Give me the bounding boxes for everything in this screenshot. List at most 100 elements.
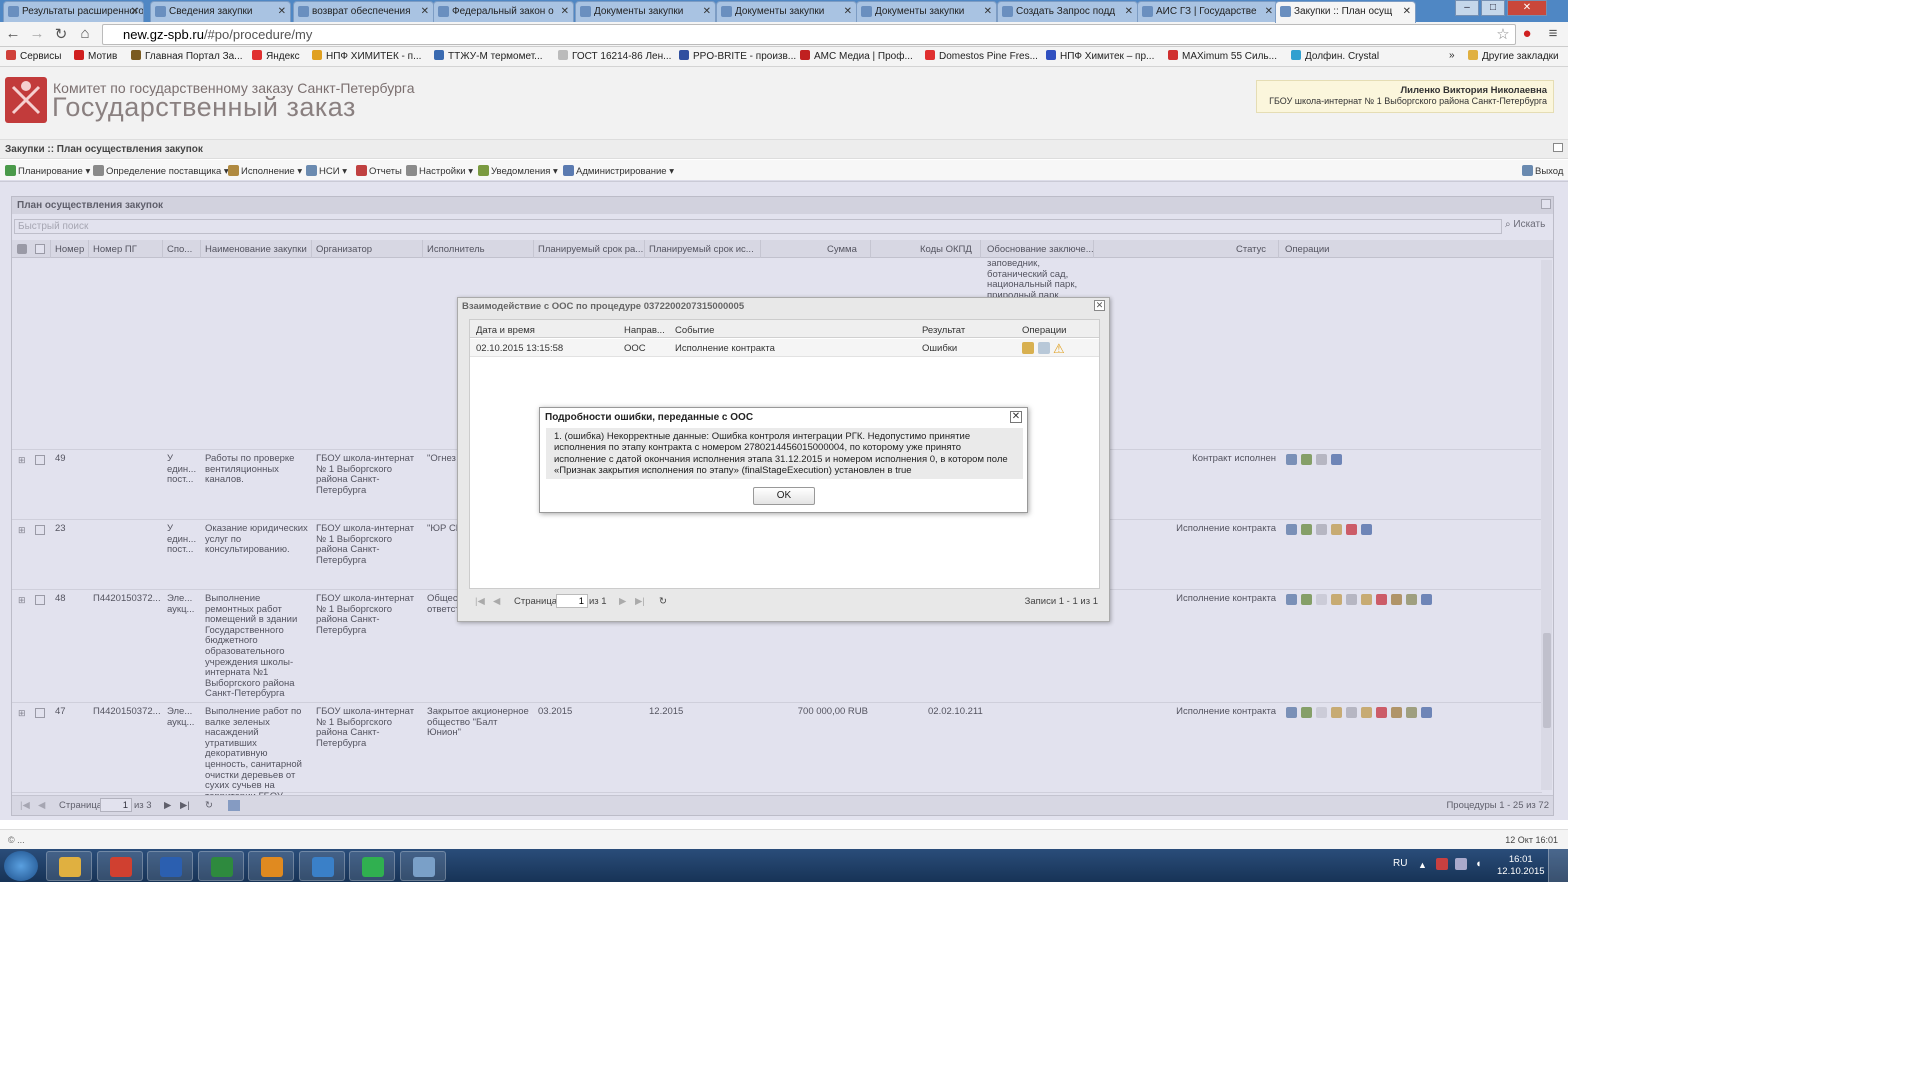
bookmark-item[interactable]: Сервисы (6, 50, 61, 62)
home-icon[interactable]: ⌂ (76, 25, 94, 42)
tab-close-icon[interactable]: ✕ (844, 2, 852, 21)
agent-icon (362, 857, 384, 877)
bookmark-icon (74, 50, 84, 60)
taskbar-app-excel[interactable] (197, 851, 244, 881)
flag-icon[interactable] (1436, 858, 1448, 870)
browser-tab[interactable]: Документы закупки ✕ (716, 1, 857, 22)
bookmark-item[interactable]: PPO-BRITE - произв... (679, 50, 796, 62)
col-result[interactable]: Результат (922, 325, 965, 336)
clock[interactable]: 16:01 12.10.2015 (1497, 854, 1545, 878)
maximize-button[interactable]: □ (1481, 0, 1505, 16)
opera-icon[interactable]: ● (1518, 25, 1536, 42)
collapse-icon[interactable] (1553, 143, 1563, 152)
taskbar-app-lync[interactable] (298, 851, 345, 881)
bookmark-item[interactable]: Другие закладки (1468, 50, 1559, 62)
bookmark-item[interactable]: Мотив (74, 50, 117, 62)
bookmark-item[interactable]: Domestos Pine Fres... (925, 50, 1038, 62)
bookmarks-more-chevron[interactable]: » (1449, 50, 1455, 61)
taskbar-app-word[interactable] (147, 851, 193, 881)
col-event[interactable]: Событие (675, 325, 714, 336)
browser-tab[interactable]: Создать Запрос подд ✕ (997, 1, 1138, 22)
menu-item[interactable]: Определение поставщика ▾ (93, 165, 229, 177)
bookmark-label: АМС Медиа | Проф... (814, 51, 913, 62)
forward-icon[interactable]: → (28, 25, 46, 42)
col-operations[interactable]: Операции (1022, 325, 1066, 336)
tab-close-icon[interactable]: ✕ (1403, 2, 1411, 21)
package-icon[interactable] (1022, 342, 1034, 354)
browser-tab[interactable]: Закупки :: План осущ ✕ (1275, 1, 1416, 23)
browser-tab[interactable]: возврат обеспечения ✕ (293, 1, 434, 22)
menu-item[interactable]: НСИ ▾ (306, 165, 347, 177)
taskbar-app-explorer[interactable] (46, 851, 92, 881)
star-icon[interactable]: ☆ (1494, 25, 1512, 43)
browser-tab[interactable]: Результаты расширенного ✕ (3, 1, 144, 22)
taskbar-app-window[interactable] (399, 851, 446, 881)
taskbar-app-agent[interactable] (349, 851, 395, 881)
warning-icon[interactable]: ⚠ (1053, 341, 1065, 357)
col-datetime[interactable]: Дата и время (476, 325, 535, 336)
document-icon[interactable] (1038, 342, 1050, 354)
browser-tab[interactable]: АИС ГЗ | Государстве ✕ (1137, 1, 1278, 22)
last-page-icon[interactable]: ▶| (635, 596, 645, 607)
show-desktop-button[interactable] (1548, 849, 1568, 882)
browser-tab[interactable]: Документы закупки ✕ (856, 1, 997, 22)
menu-icon[interactable]: ≡ (1544, 25, 1562, 42)
ok-button[interactable]: OK (753, 487, 815, 505)
next-page-icon[interactable]: ▶ (619, 596, 626, 607)
browser-tab[interactable]: Федеральный закон о ✕ (433, 1, 574, 22)
taskbar-app-chrome[interactable] (96, 851, 143, 881)
tab-close-icon[interactable]: ✕ (278, 2, 286, 21)
language-indicator[interactable]: RU (1393, 858, 1407, 869)
tab-close-icon[interactable]: ✕ (561, 2, 569, 21)
back-icon[interactable]: ← (4, 25, 22, 42)
bookmark-item[interactable]: АМС Медиа | Проф... (800, 50, 913, 62)
oos-row[interactable]: 02.10.2015 13:15:58 ООС Исполнение контр… (470, 339, 1099, 357)
window-close-button[interactable]: ✕ (1507, 0, 1547, 16)
tab-close-icon[interactable]: ✕ (984, 2, 992, 21)
bookmark-item[interactable]: НПФ Химитек – пр... (1046, 50, 1154, 62)
menu-item[interactable]: Отчеты (356, 165, 402, 177)
exit-button[interactable]: Выход (1522, 165, 1563, 177)
tray-arrow-icon[interactable]: ▲ (1418, 860, 1427, 870)
first-page-icon[interactable]: |◀ (475, 596, 485, 607)
page-input[interactable] (556, 594, 588, 608)
bookmark-label: НПФ Химитек – пр... (1060, 51, 1155, 62)
minimize-button[interactable]: – (1455, 0, 1479, 16)
tab-close-icon[interactable]: ✕ (131, 2, 139, 21)
chrome-icon (109, 857, 132, 877)
bookmark-icon (1168, 50, 1178, 60)
tab-close-icon[interactable]: ✕ (1125, 2, 1133, 21)
bookmark-item[interactable]: ГОСТ 16214-86 Лен... (558, 50, 671, 62)
menu-item-label: Администрирование ▾ (576, 166, 674, 177)
col-direction[interactable]: Направ... (624, 325, 665, 336)
menu-item[interactable]: Исполнение ▾ (228, 165, 302, 177)
menu-item[interactable]: Планирование ▾ (5, 165, 90, 177)
bookmark-item[interactable]: НПФ ХИМИТЕК - п... (312, 50, 421, 62)
exit-label: Выход (1535, 166, 1564, 177)
menu-item[interactable]: Уведомления ▾ (478, 165, 558, 177)
url-input[interactable]: new.gz-spb.ru/#po/procedure/my (102, 24, 1516, 45)
bookmark-label: Другие закладки (1482, 51, 1559, 62)
bookmark-item[interactable]: Яндекс (252, 50, 300, 62)
reload-icon[interactable]: ↻ (659, 596, 667, 607)
tab-close-icon[interactable]: ✕ (703, 2, 711, 21)
start-button[interactable] (4, 851, 38, 881)
network-icon[interactable] (1455, 858, 1467, 870)
bookmark-item[interactable]: Главная Портал За... (131, 50, 243, 62)
prev-page-icon[interactable]: ◀ (493, 596, 500, 607)
close-icon[interactable]: ✕ (1010, 411, 1022, 423)
bookmark-item[interactable]: ТТЖУ-М термомет... (434, 50, 543, 62)
menu-item[interactable]: Администрирование ▾ (563, 165, 674, 177)
close-icon[interactable]: ✕ (1094, 300, 1105, 311)
tab-close-icon[interactable]: ✕ (1265, 2, 1273, 21)
volume-icon[interactable]: ◖ (1475, 858, 1482, 870)
browser-tab[interactable]: Документы закупки ✕ (575, 1, 716, 22)
clock-date: 12.10.2015 (1497, 866, 1545, 877)
browser-tab[interactable]: Сведения закупки ✕ (150, 1, 291, 22)
reload-icon[interactable]: ↻ (52, 25, 70, 43)
bookmark-item[interactable]: Долфин. Crystal (1291, 50, 1379, 62)
taskbar-app-outlook[interactable] (248, 851, 294, 881)
tab-close-icon[interactable]: ✕ (421, 2, 429, 21)
bookmark-item[interactable]: MAXimum 55 Силь... (1168, 50, 1277, 62)
menu-item[interactable]: Настройки ▾ (406, 165, 473, 177)
